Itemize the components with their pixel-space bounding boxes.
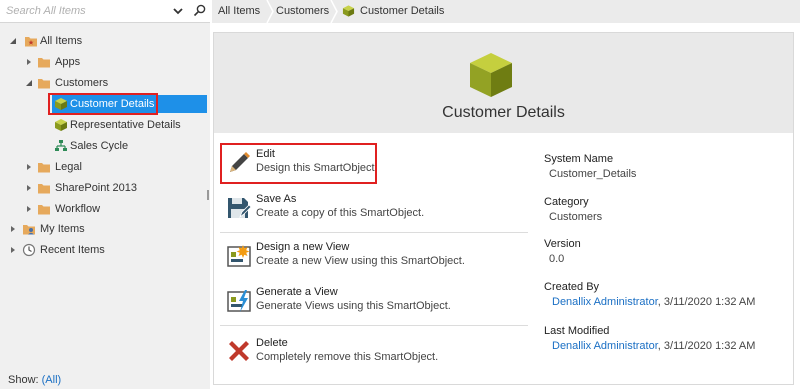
delete-action[interactable]: Delete Completely remove this SmartObjec… xyxy=(223,336,463,372)
property-last-modified: Last Modified Denallix Administrator, 3/… xyxy=(544,325,755,352)
breadcrumb-separator-icon xyxy=(330,0,338,23)
annotation-highlight-box xyxy=(220,143,377,184)
tree-item-recent-items[interactable]: Recent Items xyxy=(9,240,189,260)
property-value: Customer_Details xyxy=(549,168,637,180)
action-title: Generate a View xyxy=(256,286,338,298)
tree-label: Sales Cycle xyxy=(70,140,129,152)
divider xyxy=(220,325,528,326)
property-version: Version 0.0 xyxy=(544,238,581,265)
property-label: Last Modified xyxy=(544,325,610,337)
expanded-triangle-icon[interactable] xyxy=(25,79,33,87)
breadcrumb-separator-icon xyxy=(266,0,274,23)
smartobject-detail-panel: Customer Details Edit Design this SmartO… xyxy=(213,32,794,385)
tree-item-representative-details[interactable]: Representative Details xyxy=(53,115,203,135)
action-description: Create a copy of this SmartObject. xyxy=(256,207,425,219)
tree-label: Workflow xyxy=(55,203,101,215)
divider xyxy=(220,232,528,233)
property-label: System Name xyxy=(544,153,614,165)
search-input[interactable] xyxy=(6,3,156,19)
action-title: Delete xyxy=(256,337,288,349)
folder-icon xyxy=(38,205,50,215)
collapsed-triangle-icon[interactable] xyxy=(25,205,33,213)
design-new-view-action[interactable]: Design a new View Create a new View usin… xyxy=(223,240,483,276)
breadcrumb: All Items Customers Customer Details xyxy=(212,0,800,23)
folder-icon xyxy=(38,79,50,89)
generate-view-icon xyxy=(227,290,251,312)
action-description: Completely remove this SmartObject. xyxy=(256,351,439,363)
smartobject-icon xyxy=(342,5,355,17)
property-label: Version xyxy=(544,238,581,250)
tree-item-sharepoint-2013[interactable]: SharePoint 2013 xyxy=(25,178,185,198)
tree-item-my-items[interactable]: My Items xyxy=(9,219,189,239)
tree-label: All Items xyxy=(40,35,83,47)
collapsed-triangle-icon[interactable] xyxy=(25,163,33,171)
tree-label: Recent Items xyxy=(40,244,105,256)
breadcrumb-item-customers[interactable]: Customers xyxy=(276,0,329,23)
property-value: Denallix Administrator, 3/11/2020 1:32 A… xyxy=(552,340,755,352)
action-title: Save As xyxy=(256,193,297,205)
collapsed-triangle-icon[interactable] xyxy=(9,225,17,233)
workflow-icon xyxy=(55,140,67,151)
folder-icon xyxy=(38,163,50,173)
save-as-action[interactable]: Save As Create a copy of this SmartObjec… xyxy=(223,192,463,228)
my-items-icon xyxy=(23,225,35,235)
action-description: Create a new View using this SmartObject… xyxy=(256,255,465,267)
tree-item-all-items[interactable]: All Items xyxy=(9,31,189,51)
property-value: Customers xyxy=(549,211,603,223)
search-bar xyxy=(0,0,210,23)
property-value: 0.0 xyxy=(549,253,565,265)
tree-label: My Items xyxy=(40,223,85,235)
action-description: Generate Views using this SmartObject. xyxy=(256,300,451,312)
tree-label: Apps xyxy=(55,56,81,68)
tree-item-legal[interactable]: Legal xyxy=(25,157,185,177)
tree-item-apps[interactable]: Apps xyxy=(25,52,185,72)
property-category: Category Customers xyxy=(544,196,602,223)
annotation-highlight-box xyxy=(48,93,158,115)
tree-item-workflow[interactable]: Workflow xyxy=(25,199,185,219)
tree-label: Customers xyxy=(55,77,109,89)
tree-label: Representative Details xyxy=(70,119,181,131)
header-banner: Customer Details xyxy=(214,33,793,133)
smartobject-large-icon xyxy=(470,53,512,97)
collapsed-triangle-icon[interactable] xyxy=(9,246,17,254)
smartobject-icon xyxy=(55,119,67,131)
show-filter-link[interactable]: (All) xyxy=(42,374,62,386)
property-system-name: System Name Customer_Details xyxy=(544,153,636,180)
navigation-pane: All Items Apps Customers Customer Detail… xyxy=(0,0,210,389)
breadcrumb-item-all-items[interactable]: All Items xyxy=(218,0,260,23)
property-created-by: Created By Denallix Administrator, 3/11/… xyxy=(544,281,755,308)
page-title: Customer Details xyxy=(442,104,565,121)
property-date: , 3/11/2020 1:32 AM xyxy=(657,296,756,308)
collapsed-triangle-icon[interactable] xyxy=(25,184,33,192)
property-label: Created By xyxy=(544,281,600,293)
tree-label: Legal xyxy=(55,161,82,173)
all-items-folder-icon xyxy=(25,37,37,47)
save-as-icon xyxy=(228,198,252,219)
tree-label: SharePoint 2013 xyxy=(55,182,137,194)
show-label: Show: xyxy=(8,374,39,386)
show-filter: Show: (All) xyxy=(8,374,61,386)
expanded-triangle-icon[interactable] xyxy=(9,37,17,45)
property-value: Denallix Administrator, 3/11/2020 1:32 A… xyxy=(552,296,755,308)
tree-item-customers[interactable]: Customers xyxy=(25,73,185,93)
user-link[interactable]: Denallix Administrator xyxy=(552,296,658,308)
action-title: Design a new View xyxy=(256,241,350,253)
folder-icon xyxy=(38,184,50,194)
property-label: Category xyxy=(544,196,589,208)
breadcrumb-item-customer-details: Customer Details xyxy=(360,5,445,17)
pane-splitter-handle[interactable] xyxy=(207,190,210,200)
design-view-icon xyxy=(227,245,251,267)
chevron-down-icon[interactable] xyxy=(172,5,184,17)
property-date: , 3/11/2020 1:32 AM xyxy=(657,340,756,352)
tree-item-sales-cycle[interactable]: Sales Cycle xyxy=(53,136,203,156)
user-link[interactable]: Denallix Administrator xyxy=(552,340,658,352)
collapsed-triangle-icon[interactable] xyxy=(25,58,33,66)
search-icon[interactable] xyxy=(193,4,206,17)
delete-x-icon xyxy=(229,341,249,361)
generate-view-action[interactable]: Generate a View Generate Views using thi… xyxy=(223,285,483,321)
folder-icon xyxy=(38,58,50,68)
clock-icon xyxy=(22,243,36,257)
